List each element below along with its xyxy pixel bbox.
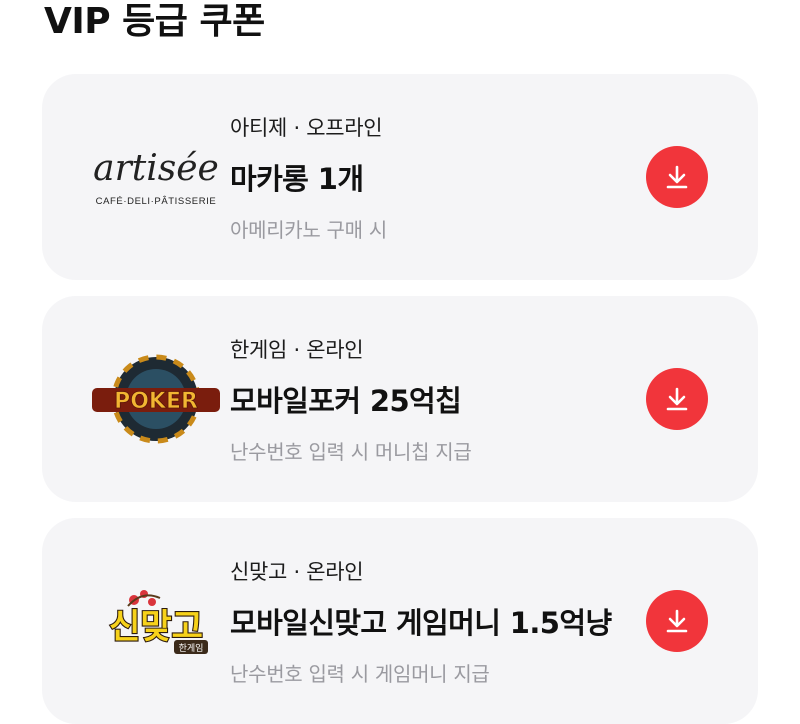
coupon-title: 모바일신맞고 게임머니 1.5억냥	[230, 606, 612, 640]
brand-name: 아티제	[230, 116, 288, 140]
download-icon	[666, 609, 688, 633]
poker-logo: POKER	[76, 354, 236, 444]
coupon-card-sinmatgo[interactable]: 신맞고 한게임 신맞고 · 온라인 모바일신맞고 게임머니 1.5억냥 난수번호…	[42, 518, 758, 724]
download-icon	[666, 165, 688, 189]
coupon-title: 모바일포커 25억칩	[230, 384, 462, 418]
artisee-logo: artisée CAFÉ·DELI·PÂTISSERIE	[76, 132, 236, 222]
separator: ·	[293, 338, 300, 362]
coupon-title: 마카롱 1개	[230, 162, 364, 196]
coupon-meta: 아티제 · 오프라인	[230, 112, 383, 142]
svg-text:한게임: 한게임	[179, 642, 204, 654]
svg-text:POKER: POKER	[114, 389, 198, 414]
coupon-meta: 한게임 · 온라인	[230, 334, 364, 364]
page-title: VIP 등급 쿠폰	[44, 1, 265, 42]
coupon-meta: 신맞고 · 온라인	[230, 556, 364, 586]
separator: ·	[293, 116, 300, 140]
coupon-condition: 난수번호 입력 시 게임머니 지급	[230, 662, 490, 686]
download-icon	[666, 387, 688, 411]
svg-text:CAFÉ·DELI·PÂTISSERIE: CAFÉ·DELI·PÂTISSERIE	[96, 196, 217, 207]
download-button[interactable]	[646, 590, 708, 652]
sinmatgo-logo: 신맞고 한게임	[76, 576, 236, 666]
coupon-condition: 난수번호 입력 시 머니칩 지급	[230, 440, 472, 464]
coupon-card-artisee[interactable]: artisée CAFÉ·DELI·PÂTISSERIE 아티제 · 오프라인 …	[42, 74, 758, 280]
channel-label: 온라인	[306, 560, 364, 584]
coupon-card-poker[interactable]: POKER 한게임 · 온라인 모바일포커 25억칩 난수번호 입력 시 머니칩…	[42, 296, 758, 502]
svg-text:artisée: artisée	[93, 148, 219, 189]
brand-name: 한게임	[230, 338, 288, 362]
channel-label: 오프라인	[306, 116, 383, 140]
download-button[interactable]	[646, 146, 708, 208]
channel-label: 온라인	[306, 338, 364, 362]
separator: ·	[293, 560, 300, 584]
download-button[interactable]	[646, 368, 708, 430]
brand-name: 신맞고	[230, 560, 288, 584]
coupon-condition: 아메리카노 구매 시	[230, 218, 387, 242]
